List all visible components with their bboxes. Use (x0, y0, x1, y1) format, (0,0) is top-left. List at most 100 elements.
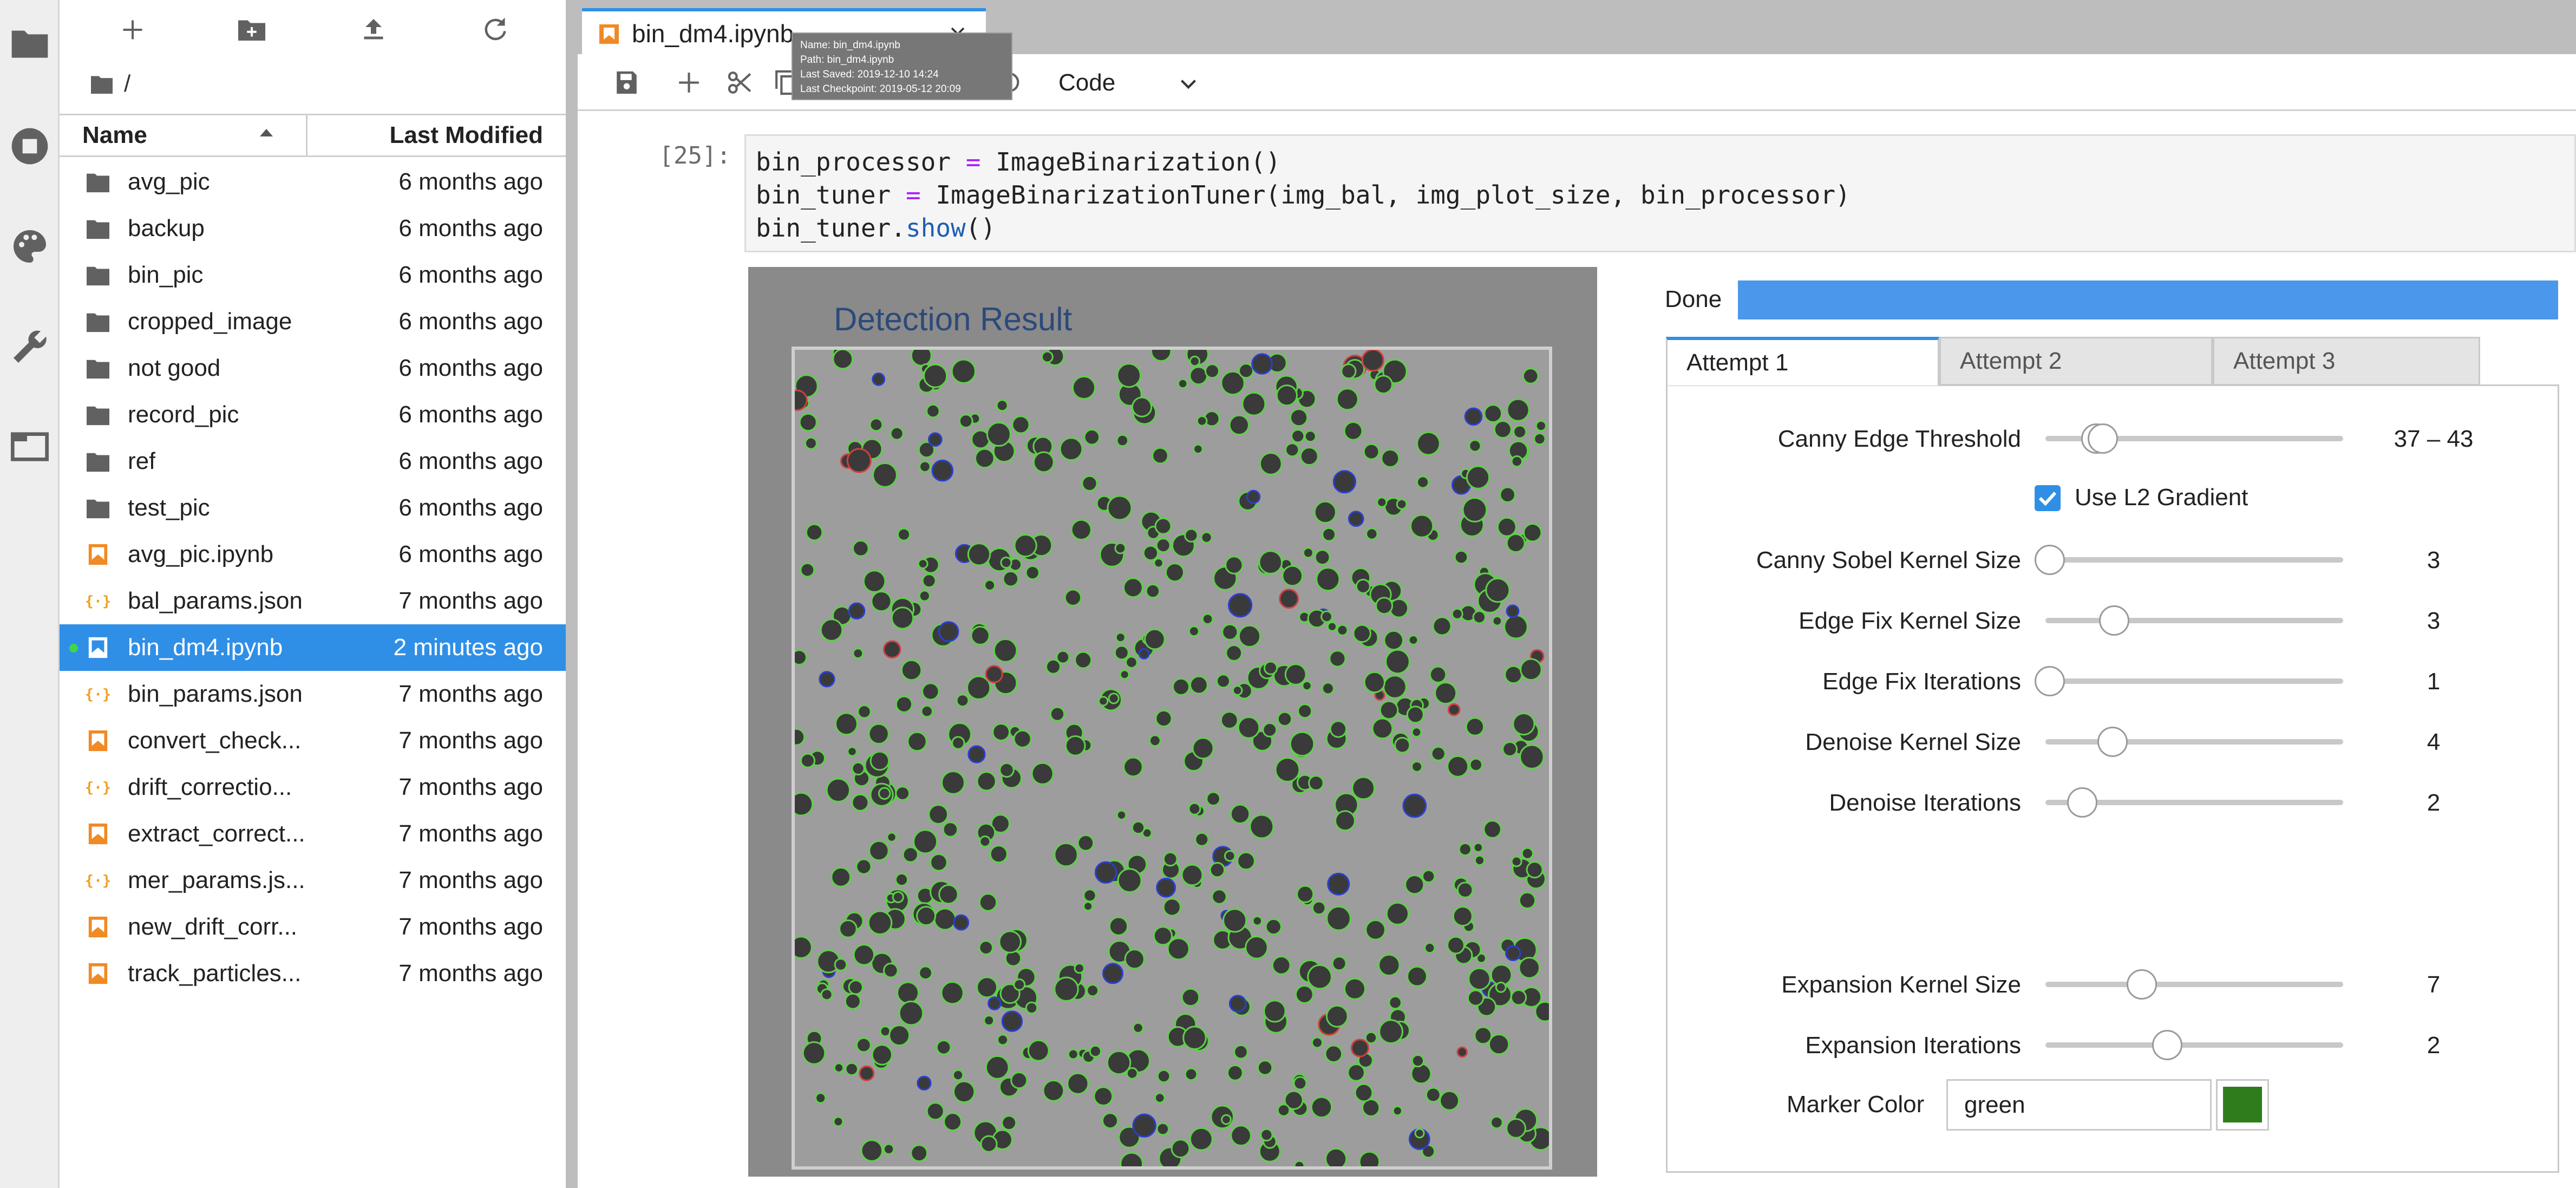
file-row[interactable]: {·} bal_params.json 7 months ago (60, 578, 566, 624)
wrench-icon[interactable] (8, 325, 51, 368)
edge-fix-iterations-track[interactable] (2045, 678, 2343, 684)
particle-marker (1502, 741, 1518, 757)
particle-marker (1495, 981, 1507, 993)
canny-edge-threshold-high-handle[interactable] (2088, 423, 2118, 454)
file-row[interactable]: track_particles... 7 months ago (60, 950, 566, 997)
breadcrumb-root[interactable]: / (124, 70, 130, 97)
save-icon[interactable] (612, 68, 642, 97)
color-swatch[interactable] (2223, 1087, 2262, 1122)
file-row[interactable]: record_pic 6 months ago (60, 391, 566, 438)
particle-marker (1031, 762, 1054, 785)
particle-marker (1222, 908, 1247, 933)
use-l2-gradient-checkbox[interactable] (2035, 485, 2061, 511)
particle-marker (1238, 624, 1261, 648)
particle-marker (878, 787, 891, 800)
particle-marker (1249, 814, 1274, 839)
particle-marker (1054, 976, 1079, 1002)
tab-attempt-3[interactable]: Attempt 3 (2213, 337, 2480, 386)
expansion-iterations-track[interactable] (2045, 1042, 2343, 1048)
expansion-kernel-size-track[interactable] (2045, 982, 2343, 987)
tab-attempt-1[interactable]: Attempt 1 (1666, 337, 1939, 386)
folder-icon[interactable] (89, 73, 114, 95)
palette-icon[interactable] (8, 225, 51, 268)
particle-marker (1523, 523, 1542, 543)
cut-icon[interactable] (725, 68, 755, 97)
denoise-iterations-handle[interactable] (2067, 787, 2097, 818)
file-row[interactable]: ref 6 months ago (60, 438, 566, 485)
add-cell-icon[interactable] (674, 68, 704, 97)
canny-sobel-kernel-size-handle[interactable] (2035, 545, 2065, 575)
particle-marker (999, 762, 1015, 778)
edge-fix-kernel-size-track[interactable] (2045, 618, 2343, 623)
particle-marker (1468, 967, 1491, 991)
particle-marker (1282, 565, 1304, 587)
denoise-kernel-size-handle[interactable] (2097, 727, 2128, 757)
file-name: not good (128, 355, 221, 381)
file-modified: 6 months ago (398, 448, 543, 474)
edge-fix-iterations-handle[interactable] (2035, 666, 2065, 696)
particle-marker (1025, 1001, 1038, 1015)
edge-fix-kernel-size-handle[interactable] (2099, 605, 2129, 636)
file-modified: 6 months ago (398, 494, 543, 521)
particle-marker (800, 562, 815, 578)
file-row[interactable]: bin_dm4.ipynb 2 minutes ago (60, 624, 566, 671)
panel-splitter[interactable] (566, 0, 578, 1188)
column-divider[interactable] (306, 115, 308, 155)
file-row[interactable]: {·} mer_params.js... 7 months ago (60, 857, 566, 904)
particle-marker (895, 786, 911, 801)
file-row[interactable]: test_pic 6 months ago (60, 485, 566, 531)
file-row[interactable]: avg_pic 6 months ago (60, 159, 566, 205)
particle-marker (795, 936, 813, 959)
expansion-kernel-size-handle[interactable] (2127, 969, 2157, 1000)
particle-marker (1162, 851, 1178, 867)
upload-icon[interactable] (357, 14, 390, 46)
file-row[interactable]: new_drift_corr... 7 months ago (60, 904, 566, 950)
particle-marker (1499, 486, 1516, 504)
file-name: bin_params.json (128, 681, 303, 707)
code-editor[interactable]: bin_processor = ImageBinarization() bin_t… (744, 134, 2576, 252)
sort-ascending-icon[interactable] (260, 129, 273, 136)
name-column-header[interactable]: Name (82, 115, 147, 155)
file-row[interactable]: extract_correct... 7 months ago (60, 811, 566, 857)
particle-marker (1188, 625, 1200, 637)
svg-text:{·}: {·} (86, 873, 110, 890)
denoise-kernel-size-track[interactable] (2045, 739, 2343, 745)
svg-text:{·}: {·} (86, 780, 110, 797)
chevron-down-icon[interactable] (1175, 70, 1202, 97)
file-row[interactable]: avg_pic.ipynb 6 months ago (60, 531, 566, 578)
particle-marker (1194, 832, 1209, 847)
particle-marker (985, 1055, 1010, 1080)
particle-marker (860, 1139, 884, 1162)
particle-marker (1411, 1054, 1425, 1068)
particle-marker (1284, 663, 1307, 686)
particle-marker (1504, 665, 1523, 684)
folder-icon[interactable] (8, 22, 51, 65)
file-row[interactable]: bin_pic 6 months ago (60, 252, 566, 298)
particle-marker (1464, 407, 1483, 426)
particle-marker (1155, 709, 1173, 728)
denoise-iterations-value: 2 (2427, 789, 2441, 816)
file-row[interactable]: {·} drift_correctio... 7 months ago (60, 764, 566, 811)
tab-attempt-2[interactable]: Attempt 2 (1939, 337, 2213, 386)
particle-marker (1189, 366, 1208, 386)
refresh-icon[interactable] (479, 14, 512, 46)
particle-marker (1181, 864, 1204, 886)
tabs-icon[interactable] (8, 425, 51, 468)
use-l2-gradient-label[interactable]: Use L2 Gradient (2075, 484, 2248, 511)
expansion-iterations-handle[interactable] (2152, 1030, 2182, 1060)
marker-color-input[interactable]: green (1946, 1079, 2212, 1131)
canny-sobel-kernel-size-label: Canny Sobel Kernel Size (1756, 547, 2021, 573)
new-folder-icon[interactable] (236, 14, 268, 46)
last-modified-column-header[interactable]: Last Modified (389, 115, 543, 155)
file-row[interactable]: convert_check... 7 months ago (60, 717, 566, 764)
file-row[interactable]: backup 6 months ago (60, 205, 566, 252)
new-launcher-icon[interactable] (116, 14, 149, 46)
cell-type-select[interactable]: Code (1058, 64, 1115, 102)
canny-sobel-kernel-size-track[interactable] (2045, 557, 2343, 563)
file-row[interactable]: cropped_image 6 months ago (60, 298, 566, 345)
file-row[interactable]: {·} bin_params.json 7 months ago (60, 671, 566, 717)
running-icon[interactable] (8, 125, 51, 168)
particle-marker (894, 872, 909, 887)
particle-marker (931, 459, 954, 482)
file-row[interactable]: not good 6 months ago (60, 345, 566, 391)
